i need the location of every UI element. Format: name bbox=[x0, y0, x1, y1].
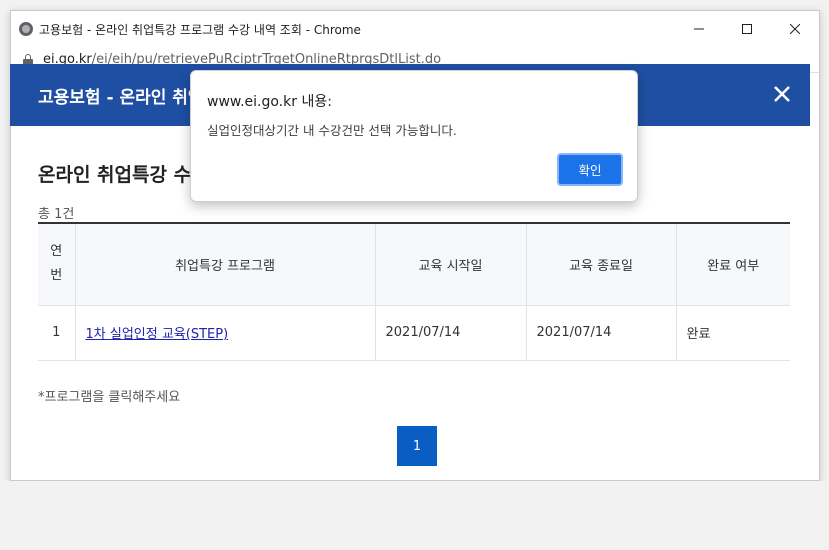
cell-status: 완료 bbox=[676, 305, 790, 361]
window-controls bbox=[675, 11, 819, 47]
table-header-row: 연번 취업특강 프로그램 교육 시작일 교육 종료일 완료 여부 bbox=[38, 223, 790, 306]
close-icon[interactable] bbox=[770, 82, 794, 106]
program-link[interactable]: 1차 실업인정 교육(STEP) bbox=[86, 327, 229, 342]
minimize-button[interactable] bbox=[675, 11, 723, 47]
column-header-status: 완료 여부 bbox=[676, 223, 790, 306]
cell-start: 2021/07/14 bbox=[375, 305, 527, 361]
maximize-icon bbox=[742, 24, 752, 34]
close-icon bbox=[790, 24, 800, 34]
course-table: 연번 취업특강 프로그램 교육 시작일 교육 종료일 완료 여부 1 1차 실업… bbox=[38, 222, 790, 361]
column-header-num: 연번 bbox=[38, 223, 76, 306]
click-notice: *프로그램을 클릭해주세요 bbox=[38, 390, 181, 405]
column-header-program: 취업특강 프로그램 bbox=[75, 223, 376, 306]
dialog-title: www.ei.go.kr 내용: bbox=[207, 94, 332, 110]
column-header-end: 교육 종료일 bbox=[526, 223, 677, 306]
maximize-button[interactable] bbox=[723, 11, 771, 47]
dialog-message: 실업인정대상기간 내 수강건만 선택 가능합니다. bbox=[207, 123, 457, 138]
cell-end: 2021/07/14 bbox=[526, 305, 677, 361]
minimize-icon bbox=[694, 28, 704, 30]
close-window-button[interactable] bbox=[771, 11, 819, 47]
cell-program: 1차 실업인정 교육(STEP) bbox=[75, 305, 376, 361]
ok-button[interactable]: 확인 bbox=[557, 153, 623, 186]
globe-icon bbox=[19, 22, 33, 36]
window-title: 고용보험 - 온라인 취업특강 프로그램 수강 내역 조회 - Chrome bbox=[39, 22, 361, 37]
result-count: 총 1건 bbox=[38, 207, 75, 222]
column-header-start: 교육 시작일 bbox=[375, 223, 527, 306]
alert-dialog: www.ei.go.kr 내용: 실업인정대상기간 내 수강건만 선택 가능합니… bbox=[190, 70, 638, 202]
table-row: 1 1차 실업인정 교육(STEP) 2021/07/14 2021/07/14… bbox=[38, 305, 790, 361]
cell-num: 1 bbox=[38, 305, 76, 361]
title-bar: 고용보험 - 온라인 취업특강 프로그램 수강 내역 조회 - Chrome bbox=[11, 11, 819, 47]
column-header-num-label: 연번 bbox=[50, 244, 63, 284]
desktop-background bbox=[0, 481, 829, 550]
page-1-button[interactable]: 1 bbox=[397, 426, 437, 466]
